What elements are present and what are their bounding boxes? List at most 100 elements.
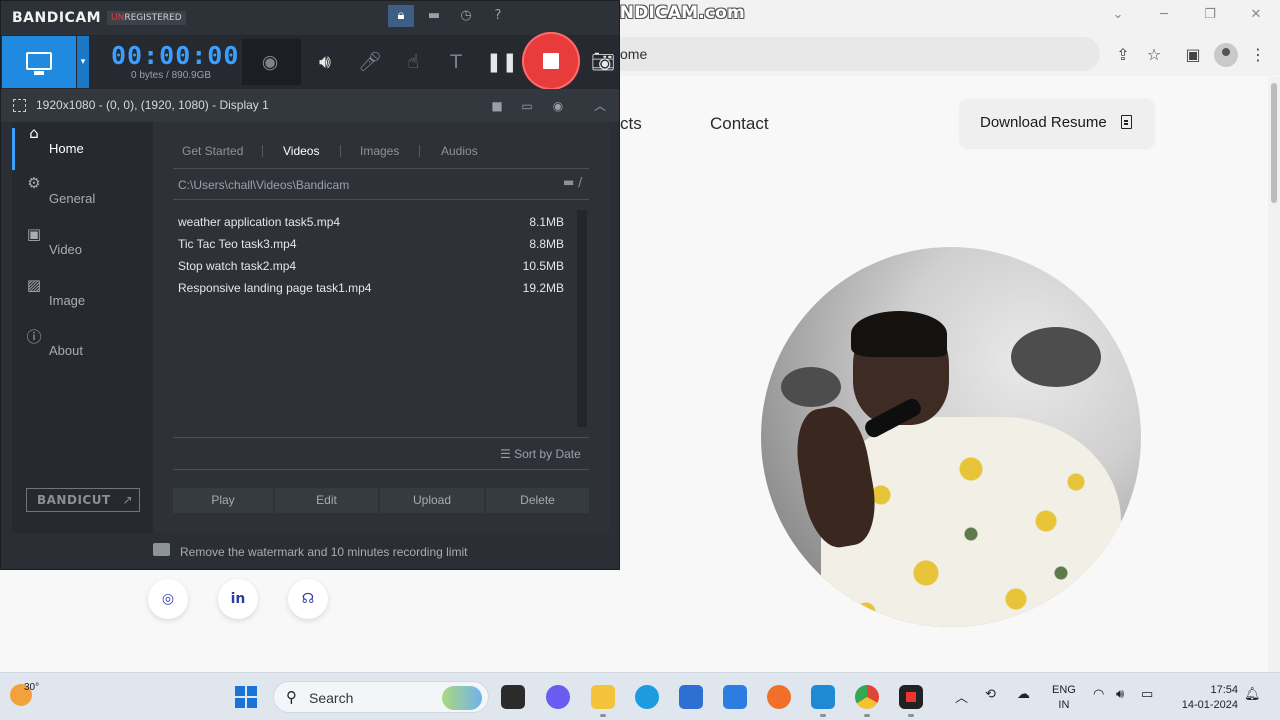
mouse-click-icon[interactable]: ☝	[399, 49, 427, 75]
notification-bell-icon[interactable]: 🔔︎	[1244, 687, 1261, 702]
chrome-icon[interactable]	[855, 685, 879, 709]
sync-icon[interactable]: ⟲	[985, 687, 996, 702]
broadcast-icon[interactable]: ◉	[548, 96, 568, 116]
nav-link-projects[interactable]: cts	[620, 114, 642, 134]
info-icon: ⓘ	[26, 328, 42, 346]
download-resume-label: Download Resume	[980, 114, 1107, 131]
sidebar-item-about[interactable]: ⓘ About	[12, 326, 153, 376]
delete-button[interactable]: Delete	[486, 488, 589, 513]
video-camera-icon[interactable]: ■	[487, 96, 507, 116]
system-clock[interactable]: 17:54 14-01-2024	[1172, 683, 1238, 713]
file-name: Stop watch task2.mp4	[178, 259, 297, 273]
sidebar-item-home[interactable]: ⌂ Home	[12, 124, 153, 174]
file-list-scrollbar[interactable]	[577, 210, 587, 427]
edit-button[interactable]: Edit	[275, 488, 378, 513]
network-cloud-icon[interactable]: ☁	[1017, 687, 1030, 702]
side-panel-icon[interactable]: ▣	[1182, 44, 1204, 66]
region-select-icon[interactable]	[13, 99, 26, 112]
teams-chat-icon[interactable]	[546, 685, 570, 709]
github-icon[interactable]: ☊	[288, 579, 328, 619]
bandicam-taskbar-icon[interactable]	[899, 685, 923, 709]
list-item[interactable]: weather application task5.mp4 8.1MB	[178, 211, 566, 233]
kebab-menu-icon[interactable]: ⋮	[1247, 44, 1269, 66]
stop-record-button[interactable]	[522, 32, 580, 90]
help-icon[interactable]: ?	[485, 5, 511, 27]
list-item[interactable]: Responsive landing page task1.mp4 19.2MB	[178, 277, 566, 299]
nav-link-contact[interactable]: Contact	[710, 114, 769, 134]
taskbar-search[interactable]: ⚲ Search	[273, 681, 489, 713]
restore-button[interactable]: ❐	[1187, 4, 1233, 26]
sidebar-item-general[interactable]: ⚙ General	[12, 174, 153, 224]
tab-get-started[interactable]: Get Started	[182, 144, 243, 158]
image-icon: ▨	[26, 276, 42, 294]
list-item[interactable]: Stop watch task2.mp4 10.5MB	[178, 255, 566, 277]
clock-icon[interactable]: ◷	[453, 5, 479, 27]
vscode-icon[interactable]	[811, 685, 835, 709]
edge-icon[interactable]	[635, 685, 659, 709]
windows-start-icon[interactable]	[235, 686, 257, 708]
firefox-icon[interactable]	[767, 685, 791, 709]
text-overlay-icon[interactable]: T	[442, 49, 470, 75]
microsoft-store-icon[interactable]	[679, 685, 703, 709]
bandicam-sidebar: ⌂ Home ⚙ General ▣ Video ▨ Image ⓘ About BAND…	[12, 122, 153, 533]
file-explorer-icon[interactable]	[591, 685, 615, 709]
language-region: IN	[1058, 699, 1070, 711]
sort-label: Sort by Date	[514, 447, 581, 461]
profile-avatar-icon[interactable]	[1214, 43, 1238, 67]
sidebar-item-label: Image	[49, 293, 86, 308]
play-button[interactable]: Play	[173, 488, 273, 513]
tab-images[interactable]: Images	[360, 144, 399, 158]
upgrade-notice[interactable]: Remove the watermark and 10 minutes reco…	[180, 545, 467, 559]
pause-icon[interactable]: ❚❚	[486, 49, 518, 75]
sidebar-item-label: General	[49, 191, 96, 206]
address-bar[interactable]: ome	[600, 37, 1100, 71]
myhp-icon[interactable]	[723, 685, 747, 709]
instagram-icon[interactable]: ◎	[148, 579, 188, 619]
task-view-icon[interactable]	[501, 685, 525, 709]
sort-by-date-button[interactable]: ☰ Sort by Date	[500, 447, 581, 461]
microphone-icon[interactable]: 🎤︎	[356, 49, 384, 75]
file-size: 19.2MB	[522, 281, 564, 295]
sidebar-item-label: Video	[49, 242, 83, 257]
mode-dropdown-button[interactable]: ▾	[77, 36, 89, 88]
tab-videos[interactable]: Videos	[283, 144, 319, 158]
sidebar-item-label: Home	[49, 141, 84, 156]
wifi-icon[interactable]: ◠	[1093, 687, 1104, 702]
image-mode-icon[interactable]: ▭	[517, 96, 537, 116]
windows-taskbar: 30° ⚲ Search ︿ ⟲ ☁ ENG IN ◠ 🔊︎ ▭ 17:54 14-…	[0, 672, 1280, 720]
screenshot-camera-icon[interactable]: 📷︎	[589, 49, 617, 75]
capture-region-bar: 1920x1080 - (0, 0), (1920, 1080) - Displ…	[1, 89, 619, 122]
webcam-icon: ◉	[261, 51, 279, 73]
bookmark-star-icon[interactable]: ☆	[1143, 44, 1165, 66]
webcam-toggle[interactable]: ◉	[242, 39, 301, 85]
scrollbar-thumb[interactable]	[1271, 83, 1277, 203]
collapse-chevron-icon[interactable]: ︿	[590, 96, 610, 116]
open-folder-icon[interactable]: ▬ /	[563, 175, 582, 189]
language-indicator[interactable]: ENG IN	[1052, 683, 1076, 713]
upload-button[interactable]: Upload	[380, 488, 484, 513]
tab-search-chevron-icon[interactable]: ⌄	[1095, 4, 1141, 26]
list-item[interactable]: Tic Tac Teo task3.mp4 8.8MB	[178, 233, 566, 255]
close-button[interactable]: ✕	[1233, 4, 1279, 26]
show-hidden-icons-chevron-icon[interactable]: ︿	[955, 687, 968, 706]
bandicut-button[interactable]: BANDICUT ↗	[26, 488, 140, 512]
minimize-button[interactable]: ─	[1141, 4, 1187, 26]
speaker-icon[interactable]: 🔊︎	[311, 49, 339, 75]
tab-audios[interactable]: Audios	[441, 144, 478, 158]
sidebar-item-image[interactable]: ▨ Image	[12, 276, 153, 326]
photo-tree	[781, 367, 841, 407]
folder-icon[interactable]: ▬	[421, 5, 447, 27]
photo-tree	[1011, 327, 1101, 387]
battery-icon[interactable]: ▭	[1141, 687, 1153, 702]
linkedin-icon[interactable]: in	[218, 579, 258, 619]
download-resume-button[interactable]: Download Resume	[960, 99, 1154, 147]
language-code: ENG	[1052, 684, 1076, 696]
share-icon[interactable]: ⇪	[1112, 44, 1134, 66]
sidebar-item-video[interactable]: ▣ Video	[12, 225, 153, 275]
page-scrollbar[interactable]	[1268, 77, 1280, 672]
lock-icon[interactable]: 🔒︎	[388, 5, 414, 27]
weather-temperature: 30°	[24, 682, 40, 693]
unregistered-prefix: UN	[111, 13, 125, 23]
screen-mode-button[interactable]	[2, 36, 76, 88]
volume-icon[interactable]: 🔊︎	[1116, 687, 1124, 702]
